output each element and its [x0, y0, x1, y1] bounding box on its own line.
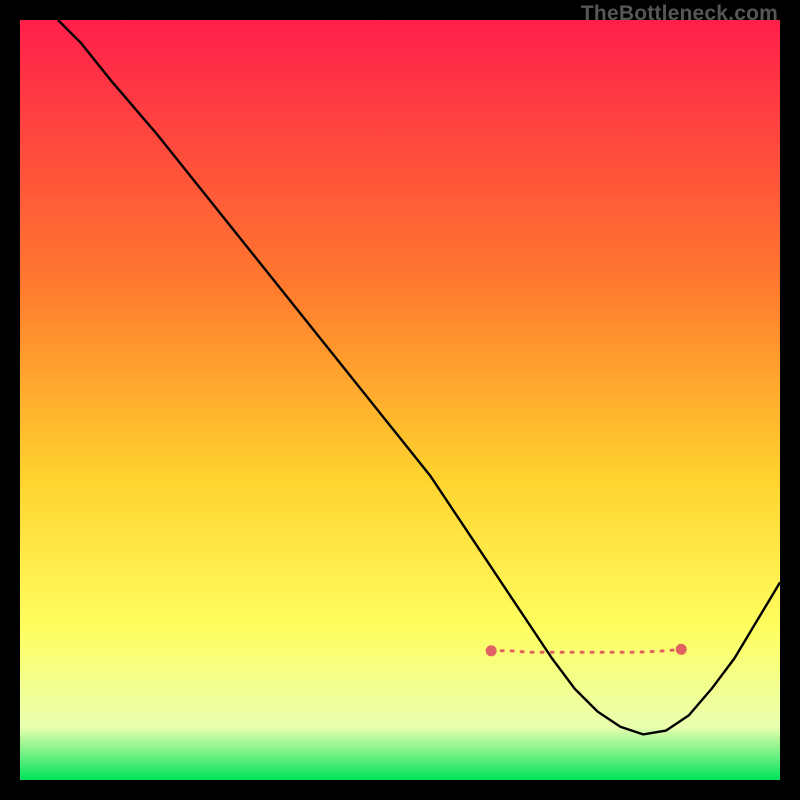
- bottleneck-chart: [20, 20, 780, 780]
- gradient-background: [20, 20, 780, 780]
- optimal-end-dot: [676, 644, 687, 655]
- optimal-end-dot: [486, 645, 497, 656]
- watermark-text: TheBottleneck.com: [581, 2, 778, 26]
- chart-frame: [20, 20, 780, 780]
